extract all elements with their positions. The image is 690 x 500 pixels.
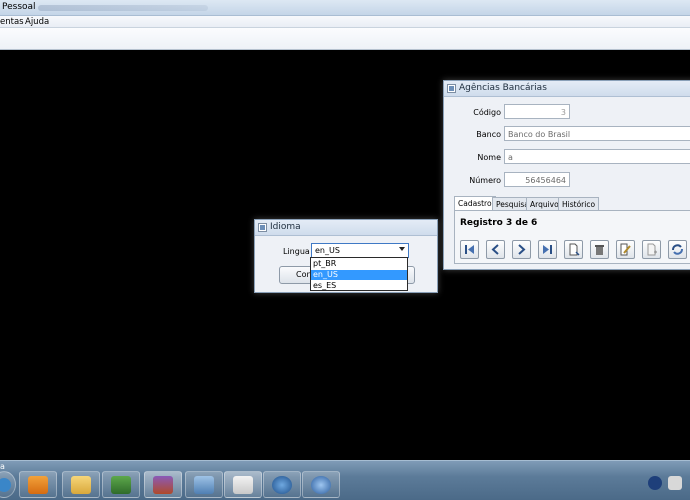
- edit-record-button[interactable]: [616, 240, 635, 259]
- nome-field[interactable]: a: [504, 149, 690, 164]
- language-select[interactable]: en_US: [311, 243, 409, 258]
- taskbar-app[interactable]: [185, 471, 223, 498]
- blurred-title-text: [38, 5, 208, 11]
- delete-record-button[interactable]: [590, 240, 609, 259]
- tab-cadastro[interactable]: Cadastro: [454, 196, 496, 210]
- taskbar-download[interactable]: [263, 471, 301, 498]
- window-titlebar: Pessoal: [0, 0, 690, 16]
- codigo-field[interactable]: 3: [504, 104, 570, 119]
- language-dropdown-list: pt_BR en_US es_ES: [310, 257, 408, 291]
- java-icon: [233, 475, 253, 494]
- folder-icon: [71, 475, 91, 494]
- save-icon: [647, 243, 657, 256]
- monitor-icon: [111, 475, 131, 494]
- app-window-icon: [194, 475, 214, 494]
- taskbar-label: a: [0, 462, 5, 471]
- save-record-button[interactable]: [642, 240, 661, 259]
- window-title: Pessoal: [2, 2, 36, 12]
- windows-logo-icon: [0, 477, 11, 492]
- agencias-window: Agências Bancárias Código 3 Banco Banco …: [443, 80, 690, 270]
- option-pt-br[interactable]: pt_BR: [311, 259, 407, 269]
- window-icon: [258, 223, 267, 232]
- last-record-button[interactable]: [538, 240, 557, 259]
- taskbar-eclipse[interactable]: [144, 471, 182, 498]
- lingua-label: Lingua: [283, 247, 310, 256]
- menu-item-ferramentas[interactable]: entas: [0, 17, 24, 27]
- menu-bar: entas Ajuda: [0, 16, 690, 28]
- refresh-icon: [672, 244, 683, 255]
- refresh-button[interactable]: [668, 240, 687, 259]
- network-icon[interactable]: [668, 476, 682, 490]
- banco-field[interactable]: Banco do Brasil: [504, 126, 690, 141]
- previous-record-button[interactable]: [486, 240, 505, 259]
- chevron-down-icon[interactable]: [399, 247, 405, 251]
- window-icon: [447, 84, 456, 93]
- next-icon: [518, 244, 526, 255]
- first-icon: [465, 245, 474, 254]
- numero-field[interactable]: 56456464: [504, 172, 570, 187]
- taskbar-java[interactable]: [224, 471, 262, 498]
- toolbar-band: [0, 28, 690, 50]
- option-es-es[interactable]: es_ES: [311, 281, 407, 291]
- tab-historico[interactable]: Histórico: [558, 197, 600, 210]
- taskbar-thunderbird[interactable]: [302, 471, 340, 498]
- delete-icon: [595, 245, 604, 255]
- download-icon: [272, 475, 292, 494]
- option-en-us[interactable]: en_US: [311, 270, 407, 280]
- first-record-button[interactable]: [460, 240, 479, 259]
- thunderbird-icon: [311, 475, 331, 494]
- taskbar-monitor[interactable]: [102, 471, 140, 498]
- edit-icon: [620, 243, 631, 256]
- cadastro-panel: Registro 3 de 6: [454, 210, 690, 264]
- nome-label: Nome: [477, 153, 501, 162]
- new-record-button[interactable]: [564, 240, 583, 259]
- eclipse-icon: [153, 475, 173, 494]
- new-icon: [569, 243, 580, 256]
- taskbar-explorer[interactable]: [62, 471, 100, 498]
- menu-item-ajuda[interactable]: Ajuda: [25, 17, 49, 27]
- media-player-icon: [28, 475, 48, 494]
- taskbar-media-player[interactable]: [19, 471, 57, 498]
- codigo-label: Código: [473, 108, 501, 117]
- idioma-titlebar[interactable]: Idioma: [255, 220, 437, 236]
- language-selected-value: en_US: [315, 246, 340, 255]
- record-counter: Registro 3 de 6: [460, 218, 538, 228]
- previous-icon: [491, 244, 499, 255]
- agencias-titlebar[interactable]: Agências Bancárias: [444, 81, 690, 97]
- numero-label: Número: [469, 176, 501, 185]
- last-icon: [543, 245, 552, 254]
- agencias-title: Agências Bancárias: [459, 83, 547, 93]
- bluetooth-icon[interactable]: [648, 476, 662, 490]
- next-record-button[interactable]: [512, 240, 531, 259]
- banco-label: Banco: [476, 130, 501, 139]
- idioma-title: Idioma: [270, 222, 301, 232]
